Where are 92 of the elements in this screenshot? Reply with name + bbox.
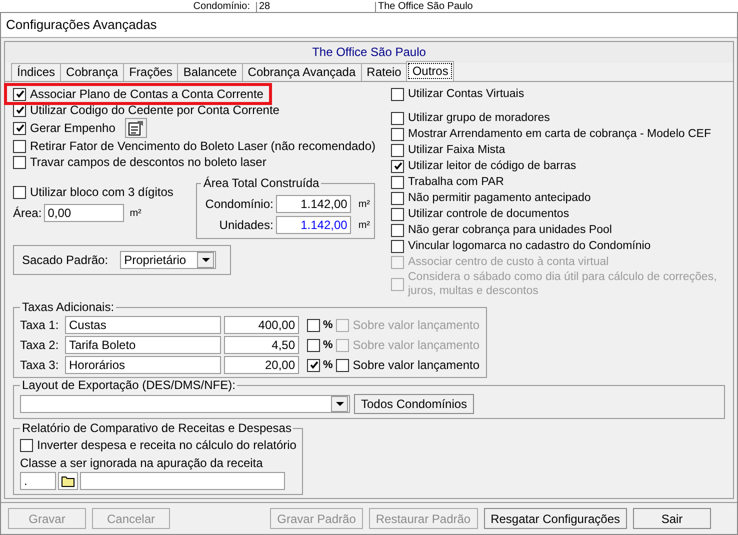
checkbox[interactable] <box>391 88 404 100</box>
checkbox-label: Associar centro de custo à conta virtual <box>408 255 609 269</box>
background-value: 28 <box>256 2 369 12</box>
fee-description-field[interactable]: Tarifa Boleto <box>65 336 221 354</box>
checkbox-label: Sobre valor lançamento <box>352 338 480 352</box>
group-title: Relatório de Comparativo de Receitas e Despesas <box>21 421 292 435</box>
group-title: Área Total Construída <box>202 176 320 190</box>
tab[interactable]: Outros <box>406 61 454 81</box>
checkbox-label: Não permitir pagamento antecipado <box>408 191 591 205</box>
percent-label: % <box>323 359 333 371</box>
dialog-button[interactable]: Resgatar Configurações <box>484 508 627 529</box>
checkbox-label: Utilizar Codigo do Cedente por Conta Corrente <box>30 103 280 117</box>
browse-button[interactable] <box>58 472 78 490</box>
checkbox-label: Sobre valor lançamento <box>352 358 480 372</box>
checkbox[interactable] <box>13 186 26 198</box>
fee-value-field[interactable]: 400,00 <box>224 316 299 334</box>
caret-icon <box>336 402 344 406</box>
checkbox[interactable] <box>307 358 320 372</box>
checkbox-label: Associar Plano de Contas a Conta Corrente <box>30 87 264 101</box>
checkbox-label: Travar campos de descontos no boleto laser <box>30 155 266 169</box>
checkbox-label: Mostrar Arrendamento em carta de cobrança - Modelo CEF <box>408 127 711 141</box>
form-icon <box>127 119 146 137</box>
checkbox[interactable] <box>391 160 404 172</box>
unit-label: m² <box>358 198 370 210</box>
checkbox-label: Vincular logomarca no cadastro do Condomínio <box>408 239 651 253</box>
fee-value-field[interactable]: 20,00 <box>224 356 299 374</box>
background-label: Condomínio: <box>192 2 250 12</box>
group-title: Layout de Exportação (DES/DMS/NFE): <box>21 378 236 392</box>
checkbox-label: Gerar Empenho <box>30 121 116 135</box>
folder-icon <box>61 475 75 487</box>
fee-label: Taxa 3: <box>20 358 60 372</box>
checkbox[interactable] <box>391 208 404 220</box>
checkbox[interactable] <box>391 144 404 156</box>
checkbox-label: Trabalha com PAR <box>408 175 504 189</box>
tab[interactable]: Cobrança Avançada <box>242 63 362 81</box>
checkbox-label: Utilizar leitor de código de barras <box>408 159 576 173</box>
caret-icon <box>202 258 210 262</box>
tab[interactable]: Frações <box>123 63 178 81</box>
checkbox[interactable] <box>336 358 349 372</box>
tab[interactable]: Cobrança <box>60 63 124 81</box>
checkbox-label: Utilizar controle de documentos <box>408 207 570 221</box>
checkbox[interactable] <box>307 338 320 352</box>
background-name: The Office São Paulo <box>375 2 598 12</box>
window-title: Configurações Avançadas <box>1 13 737 38</box>
class-code-field[interactable]: . <box>20 472 56 490</box>
checkbox[interactable] <box>391 224 404 236</box>
checkbox[interactable] <box>20 438 33 452</box>
tab[interactable]: Índices <box>11 63 62 81</box>
all-condominiums-button[interactable]: Todos Condomínios <box>354 394 474 414</box>
checkbox-label: Utilizar grupo de moradores <box>408 111 550 125</box>
unit-label: m² <box>130 208 142 218</box>
checkbox[interactable] <box>391 240 404 252</box>
sacado-dropdown[interactable]: Proprietário <box>120 251 216 269</box>
class-label: Classe a ser ignorada na apuração da receita <box>20 456 264 470</box>
field-label: Unidades: <box>218 218 274 232</box>
checkbox[interactable] <box>307 318 320 332</box>
condominium-header: The Office São Paulo <box>4 41 734 63</box>
checkbox[interactable] <box>391 192 404 204</box>
checkbox-label: Considera o sábado como dia útil para cálculo de correções, juros, multas e descontos <box>408 270 718 298</box>
percent-label: % <box>323 319 333 331</box>
checkbox-label: Inverter despesa e receita no cálculo do relatório <box>37 438 296 452</box>
form-button[interactable] <box>125 118 148 138</box>
fee-value-field[interactable]: 4,50 <box>224 336 299 354</box>
checkbox-label: Utilizar Faixa Mista <box>408 143 506 157</box>
checkbox-label: Utilizar Contas Virtuais <box>408 87 524 101</box>
fee-description-field[interactable]: Hororários <box>65 356 221 374</box>
fee-label: Taxa 1: <box>20 318 60 332</box>
checkbox[interactable] <box>13 156 26 168</box>
checkbox-label: Utilizar bloco com 3 dígitos <box>30 185 174 199</box>
area-value-field[interactable]: 1.142,00 <box>276 216 352 234</box>
checkbox[interactable] <box>13 88 26 100</box>
percent-label: % <box>323 339 333 351</box>
area-field[interactable]: 0,00 <box>44 204 124 222</box>
unit-label: m² <box>358 220 370 230</box>
checkbox[interactable] <box>391 128 404 140</box>
export-layout-dropdown[interactable] <box>20 395 350 413</box>
field-label: Condomínio: <box>204 197 274 211</box>
checkbox[interactable] <box>13 122 26 134</box>
fee-label: Taxa 2: <box>20 338 60 352</box>
area-value-field[interactable]: 1.142,00 <box>276 195 352 213</box>
field-label: Sacado Padrão: <box>22 253 108 267</box>
fee-description-field[interactable]: Custas <box>65 316 221 334</box>
dialog-button[interactable]: Sair <box>633 508 711 529</box>
checkbox-label: Não gerar cobrança para unidades Pool <box>408 223 612 237</box>
checkbox[interactable] <box>391 176 404 188</box>
group-title: Taxas Adicionais: <box>21 300 116 314</box>
class-name-field[interactable] <box>80 472 285 490</box>
checkbox[interactable] <box>13 140 26 152</box>
checkbox-label: Sobre valor lançamento <box>352 318 480 332</box>
checkbox-label: Retirar Fator de Vencimento do Boleto Laser (não recomendado) <box>30 139 376 153</box>
area-label: Área: <box>13 206 42 220</box>
checkbox[interactable] <box>391 112 404 124</box>
